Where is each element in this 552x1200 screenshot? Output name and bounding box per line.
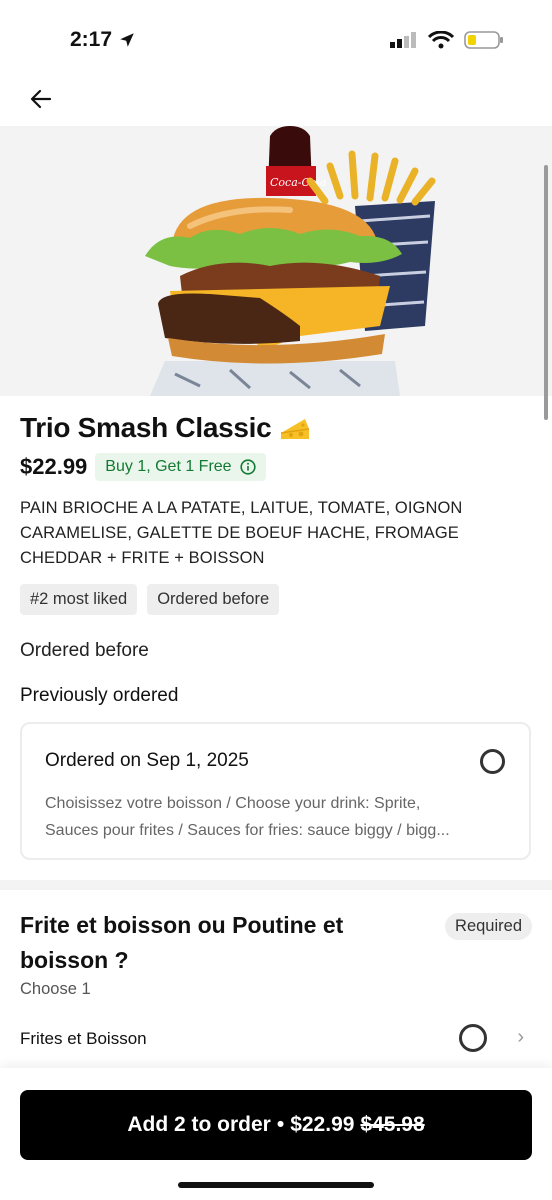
option-row[interactable]: Frites et Boisson › [20, 1020, 532, 1058]
price-row: $22.99 Buy 1, Get 1 Free [20, 453, 532, 481]
option-group-title: Frite et boisson ou Poutine et boisson ? [20, 912, 344, 973]
clock-text: 2:17 [70, 28, 113, 51]
location-arrow-icon [120, 33, 134, 47]
item-description: PAIN BRIOCHE A LA PATATE, LAITUE, TOMATE… [20, 499, 463, 567]
order-button-original-price: $45.98 [360, 1113, 425, 1136]
status-time: 2:17 [70, 28, 136, 52]
bottom-bar: Add 2 to order • $22.99 $45.98 [0, 1068, 552, 1200]
item-tags: #2 most liked Ordered before [20, 584, 532, 615]
item-title: Trio Smash Classic [20, 412, 532, 444]
chevron-right-icon: › [517, 1026, 524, 1048]
previous-order-radio[interactable] [480, 749, 505, 774]
previous-order-line-1: Choisissez votre boisson / Choose your d… [45, 795, 421, 812]
tag-most-liked: #2 most liked [20, 584, 138, 615]
item-hero-image: Coca-Cola [0, 126, 552, 396]
option-radio[interactable] [459, 1024, 487, 1052]
promo-text: Buy 1, Get 1 Free [105, 458, 232, 475]
previous-order-date: Ordered on Sep 1, 2025 [45, 750, 249, 771]
previous-order-line-2: Sauces pour frites / Sauces for fries: s… [45, 822, 450, 839]
previous-order-details: Choisissez votre boisson / Choose your d… [45, 790, 510, 844]
home-indicator [178, 1182, 374, 1188]
scrollbar[interactable] [544, 165, 548, 420]
option-group-subtitle: Choose 1 [20, 980, 91, 998]
promo-badge[interactable]: Buy 1, Get 1 Free [95, 453, 266, 481]
order-button-separator: • [276, 1113, 285, 1136]
info-icon [239, 459, 256, 475]
status-icons [390, 30, 504, 50]
back-arrow-icon [30, 89, 52, 109]
tag-ordered-before: Ordered before [147, 584, 280, 615]
section-divider [0, 880, 552, 890]
option-label: Frites et Boisson [20, 1029, 147, 1048]
item-title-text: Trio Smash Classic [20, 412, 272, 443]
status-bar: 2:17 [0, 0, 552, 76]
ordered-before-label: Ordered before [20, 640, 149, 661]
previous-order-card[interactable]: Ordered on Sep 1, 2025 Choisissez votre … [20, 722, 531, 860]
required-badge: Required [445, 913, 532, 940]
back-button[interactable] [24, 82, 58, 116]
item-price: $22.99 [20, 454, 88, 479]
cheese-icon [281, 419, 310, 439]
battery-icon [464, 31, 503, 49]
wifi-icon [428, 31, 454, 49]
order-button-label: Add 2 to order [127, 1113, 271, 1136]
order-button-price: $22.99 [290, 1113, 355, 1136]
previously-ordered-title: Previously ordered [20, 685, 179, 706]
signal-icon [390, 32, 416, 48]
burger-meal-illustration: Coca-Cola [145, 126, 436, 396]
add-to-order-button[interactable]: Add 2 to order • $22.99 $45.98 [20, 1090, 532, 1160]
